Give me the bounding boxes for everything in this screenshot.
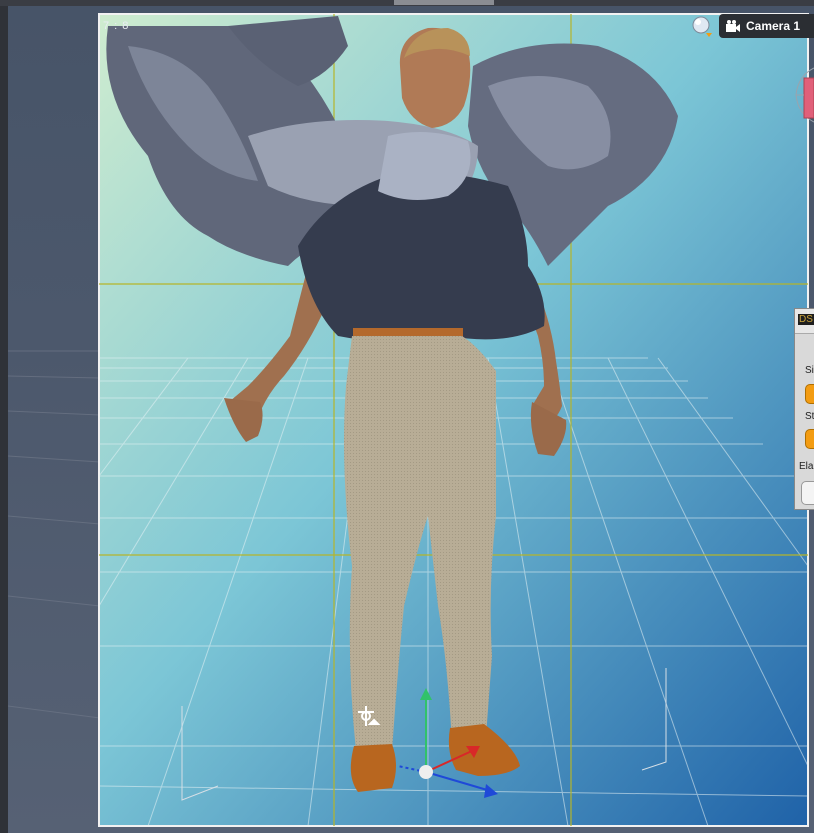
head xyxy=(399,27,471,128)
camera-selector-button[interactable]: Camera 1 xyxy=(719,14,814,38)
panel-badge: DS xyxy=(798,314,814,325)
3d-viewport[interactable]: 7 : 8 xyxy=(8,6,814,833)
aspect-ratio-label: 7 : 8 xyxy=(103,16,129,34)
left-panel-edge xyxy=(0,6,8,833)
top-tab[interactable] xyxy=(394,0,494,5)
panel-header[interactable]: DS xyxy=(795,309,814,334)
render-sphere-icon[interactable] xyxy=(691,15,713,37)
navigation-cube-icon[interactable] xyxy=(794,66,814,124)
panel-label-1: Si xyxy=(805,365,814,376)
panel-slider-1[interactable] xyxy=(805,384,814,404)
outer-grid xyxy=(8,350,101,719)
panel-label-2: St xyxy=(805,411,814,422)
docked-panel: DS Si St Ela xyxy=(794,308,814,510)
panel-label-3: Ela xyxy=(799,461,814,472)
panel-button[interactable] xyxy=(801,481,814,505)
viewport-canvas xyxy=(8,13,809,827)
panel-slider-2[interactable] xyxy=(805,429,814,449)
camera-icon xyxy=(726,20,740,32)
camera-label: Camera 1 xyxy=(746,19,801,33)
aspect-ratio-text: 7 : 8 xyxy=(103,20,130,32)
